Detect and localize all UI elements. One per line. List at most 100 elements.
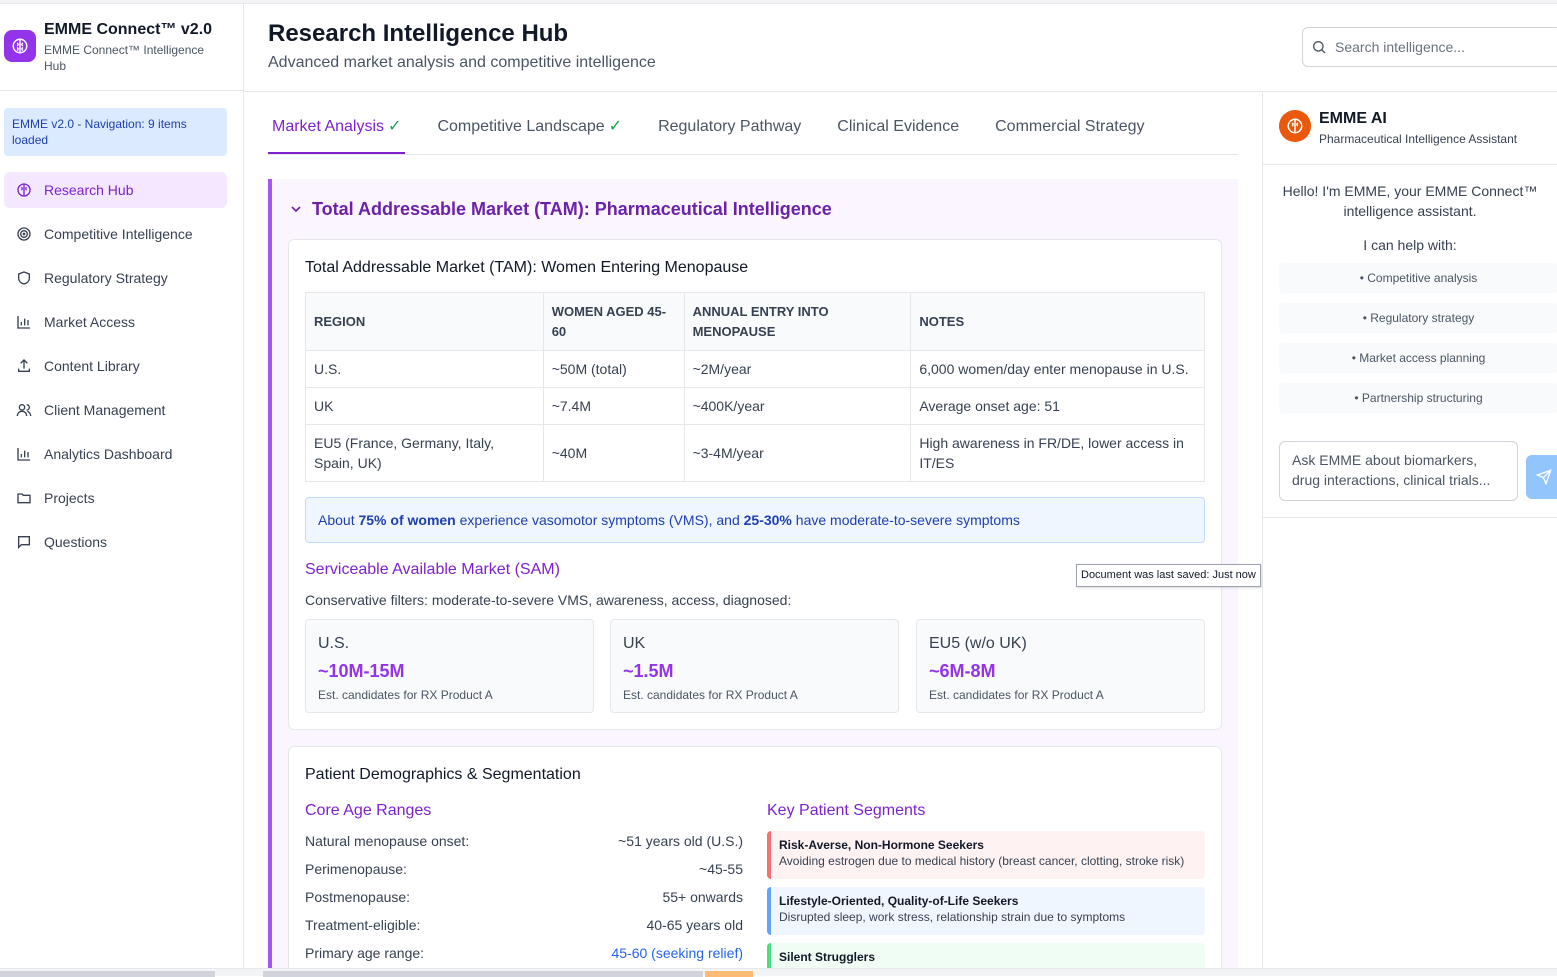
brain-icon [17, 183, 31, 197]
scrollbar-thumb[interactable] [263, 971, 703, 977]
column-header: NOTES [910, 292, 1205, 351]
info-highlight: 75% of women [358, 512, 456, 528]
sidebar-nav: Research Hub Competitive Intelligence Re… [0, 172, 243, 560]
sam-box-eu5: EU5 (w/o UK) ~6M-8M Est. candidates for … [916, 619, 1205, 713]
brain-logo-icon [4, 30, 36, 62]
segment-desc: Disrupted sleep, work stress, relationsh… [779, 910, 1126, 924]
horizontal-scrollbar[interactable] [0, 968, 1557, 977]
sam-note: Est. candidates for RX Product A [623, 688, 798, 702]
sidebar-item-label: Research Hub [44, 182, 134, 198]
search-icon [1313, 41, 1326, 54]
folder-icon [17, 493, 31, 504]
chevron-down-icon[interactable] [288, 201, 304, 217]
tab-label: Commercial Strategy [995, 118, 1145, 135]
ai-assistant-panel: EMME AI Pharmaceutical Intelligence Assi… [1262, 92, 1557, 968]
tam-title: Total Addressable Market (TAM): Women En… [305, 259, 749, 276]
table-cell: UK [305, 387, 544, 425]
sidebar-item-market-access[interactable]: Market Access [4, 304, 227, 340]
sidebar-item-competitive-intelligence[interactable]: Competitive Intelligence [4, 216, 227, 252]
ai-chat-input[interactable] [1279, 441, 1518, 501]
users-icon [16, 404, 32, 417]
table-header-row: REGION WOMEN AGED 45-60 ANNUAL ENTRY INT… [305, 292, 1205, 351]
section-title: Total Addressable Market (TAM): Pharmace… [312, 198, 832, 219]
page-title: Research Intelligence Hub [268, 20, 569, 47]
sidebar-item-label: Regulatory Strategy [44, 270, 168, 286]
tab-clinical-evidence[interactable]: Clinical Evidence [833, 106, 963, 154]
age-row: Primary age range: 45-60 (seeking relief) [305, 945, 743, 961]
segment-card: Risk-Averse, Non-Hormone Seekers Avoidin… [767, 831, 1205, 879]
navigation-notice: EMME v2.0 - Navigation: 9 items loaded [4, 108, 227, 156]
table-cell: ~7.4M [542, 387, 685, 425]
age-label: Natural menopause onset: [305, 833, 470, 849]
sidebar-item-regulatory-strategy[interactable]: Regulatory Strategy [4, 260, 227, 296]
sidebar-item-label: Market Access [44, 314, 136, 330]
sam-region: U.S. [318, 635, 350, 652]
age-row: Perimenopause: ~45-55 [305, 861, 743, 877]
age-value: ~45-55 [699, 861, 743, 877]
column-header: WOMEN AGED 45-60 [542, 292, 685, 351]
table-cell: Average onset age: 51 [910, 387, 1205, 425]
table-cell: High awareness in FR/DE, lower access in… [910, 424, 1205, 482]
tab-label: Clinical Evidence [837, 118, 960, 135]
age-label: Treatment-eligible: [305, 917, 421, 933]
sidebar-item-client-management[interactable]: Client Management [4, 392, 227, 428]
section-header[interactable]: Total Addressable Market (TAM): Pharmace… [272, 179, 1238, 239]
tab-bar: Market Analysis ✓ Competitive Landscape ✓ … [268, 106, 1238, 155]
search-box[interactable] [1302, 27, 1557, 67]
tab-label: Market Analysis [272, 118, 385, 135]
search-input[interactable] [1335, 39, 1535, 55]
age-value: 45-60 (seeking relief) [611, 945, 743, 961]
scrollbar-thumb[interactable] [0, 971, 215, 977]
send-button[interactable] [1526, 455, 1557, 499]
page-header: Research Intelligence Hub Advanced marke… [244, 4, 1557, 92]
sidebar-item-label: Projects [44, 490, 95, 506]
demographics-title: Patient Demographics & Segmentation [305, 766, 581, 783]
tab-competitive-landscape[interactable]: Competitive Landscape ✓ [433, 106, 626, 154]
suggestion-chip[interactable]: • Partnership structuring [1279, 383, 1557, 413]
bar-chart-icon [17, 316, 30, 329]
brain-logo-icon [1279, 110, 1311, 142]
suggestion-chip[interactable]: • Regulatory strategy [1279, 303, 1557, 333]
sidebar-item-research-hub[interactable]: Research Hub [4, 172, 227, 208]
segment-title: Risk-Averse, Non-Hormone Seekers [779, 838, 984, 852]
sidebar-item-questions[interactable]: Questions [4, 524, 227, 560]
ai-greeting: Hello! I'm EMME, your EMME Connect™ inte… [1282, 183, 1538, 219]
upload-icon [18, 359, 30, 372]
sam-box-us: U.S. ~10M-15M Est. candidates for RX Pro… [305, 619, 594, 713]
sidebar-item-projects[interactable]: Projects [4, 480, 227, 516]
vms-info-box: About 75% of women experience vasomotor … [305, 497, 1205, 543]
sam-value: ~1.5M [623, 661, 674, 681]
save-status-tooltip: Document was last saved: Just now [1076, 564, 1261, 587]
bar-chart-icon [17, 448, 30, 461]
scrollbar-thumb[interactable] [705, 971, 753, 977]
ai-name: EMME AI [1319, 110, 1387, 127]
table-cell: ~3-4M/year [683, 424, 912, 482]
tab-market-analysis[interactable]: Market Analysis ✓ [268, 106, 406, 154]
table-cell: ~50M (total) [542, 350, 685, 388]
table-cell: ~400K/year [683, 387, 912, 425]
sidebar-item-analytics-dashboard[interactable]: Analytics Dashboard [4, 436, 227, 472]
sam-box-uk: UK ~1.5M Est. candidates for RX Product … [610, 619, 899, 713]
suggestion-chip[interactable]: • Competitive analysis [1279, 263, 1557, 293]
tab-commercial-strategy[interactable]: Commercial Strategy [991, 106, 1148, 154]
sidebar-item-content-library[interactable]: Content Library [4, 348, 227, 384]
sam-value: ~10M-15M [318, 661, 405, 681]
suggestion-chip[interactable]: • Market access planning [1279, 343, 1557, 373]
tab-regulatory-pathway[interactable]: Regulatory Pathway [654, 106, 805, 154]
age-row: Postmenopause: 55+ onwards [305, 889, 743, 905]
segments-title: Key Patient Segments [767, 802, 926, 819]
age-value: 40-65 years old [646, 917, 743, 933]
tab-label: Regulatory Pathway [658, 118, 802, 135]
sidebar-item-label: Competitive Intelligence [44, 226, 193, 242]
column-header: REGION [305, 292, 544, 351]
brand: EMME Connect™ v2.0 EMME Connect™ Intelli… [0, 4, 243, 91]
segment-title: Silent Strugglers [779, 950, 876, 964]
brand-subtitle: EMME Connect™ Intelligence Hub [44, 43, 205, 73]
sam-region: EU5 (w/o UK) [929, 635, 1027, 652]
target-icon [17, 227, 31, 241]
segment-desc: Avoiding estrogen due to medical history… [779, 854, 1185, 868]
tab-label: Competitive Landscape [437, 118, 605, 135]
age-row: Treatment-eligible: 40-65 years old [305, 917, 743, 933]
brand-title: EMME Connect™ v2.0 [44, 21, 213, 38]
table-row: U.S. ~50M (total) ~2M/year 6,000 women/d… [305, 350, 1205, 388]
